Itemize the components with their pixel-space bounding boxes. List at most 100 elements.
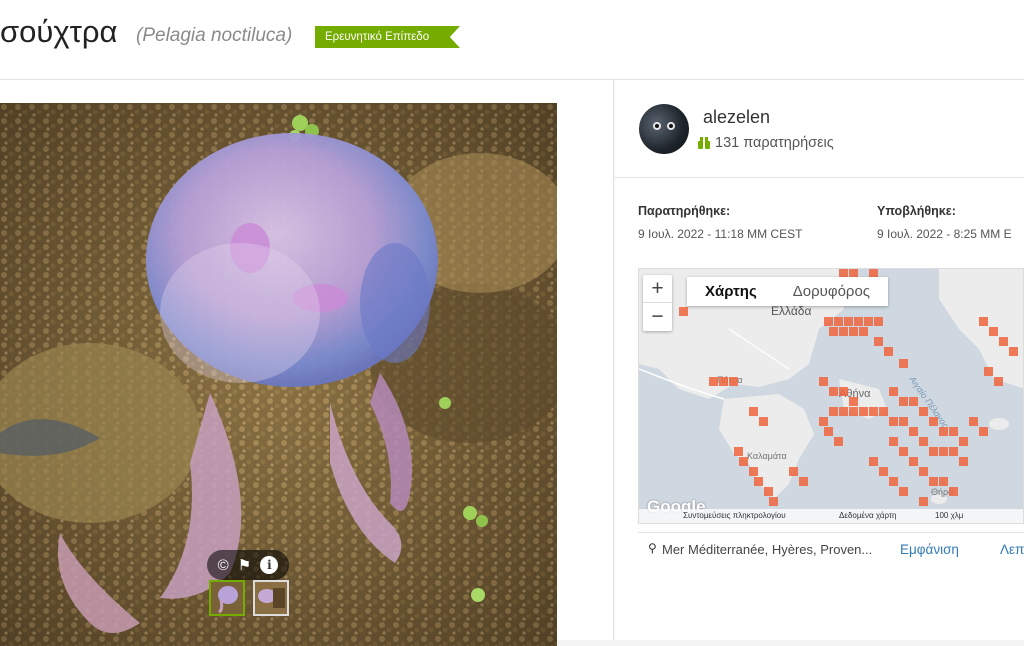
observation-cell — [759, 417, 768, 426]
details-panel: alezelen 131 παρατηρήσεις Παρατηρήθηκε: … — [615, 80, 1024, 640]
observation-cell — [879, 467, 888, 476]
observation-cell — [959, 457, 968, 466]
observation-cell — [994, 377, 1003, 386]
observation-cell — [949, 427, 958, 436]
observation-cell — [844, 317, 853, 326]
thumbnail-1[interactable] — [209, 580, 245, 616]
observation-cell — [839, 407, 848, 416]
species-scientific-name[interactable]: (Pelagia noctiluca) — [136, 25, 292, 47]
show-location-link[interactable]: Εμφάνιση — [900, 542, 959, 557]
observation-cell — [834, 317, 843, 326]
observation-cell — [769, 497, 778, 506]
map-data-link[interactable]: Δεδομένα χάρτη — [839, 511, 897, 520]
map-pin-icon: ⚲ — [648, 541, 657, 555]
quality-grade-badge: Ερευνητικό Επίπεδο — [315, 26, 460, 48]
observation-cell — [889, 437, 898, 446]
observation-cell — [719, 377, 728, 386]
observation-cell — [839, 387, 848, 396]
observation-cell — [829, 407, 838, 416]
copyright-icon[interactable]: © — [218, 557, 229, 574]
observation-cell — [909, 457, 918, 466]
observation-cell — [679, 307, 688, 316]
observation-cell — [834, 437, 843, 446]
observation-cell — [1009, 347, 1018, 356]
binoculars-icon — [698, 137, 710, 149]
map-label-kalamata: Καλαμάτα — [747, 451, 787, 461]
zoom-in-button[interactable]: + — [643, 275, 672, 303]
observation-cell — [819, 377, 828, 386]
observation-cell — [909, 427, 918, 436]
observation-cell — [754, 477, 763, 486]
species-common-name[interactable]: σούχτρα — [0, 14, 117, 50]
observation-cell — [949, 487, 958, 496]
observation-cell — [874, 337, 883, 346]
observation-cell — [984, 367, 993, 376]
info-icon[interactable]: i — [260, 556, 279, 574]
observation-cell — [869, 457, 878, 466]
observation-cell — [709, 377, 718, 386]
observation-cell — [919, 437, 928, 446]
observation-cell — [884, 347, 893, 356]
observation-cell — [979, 317, 988, 326]
keyboard-shortcuts-link[interactable]: Συντομεύσεις πληκτρολογίου — [683, 511, 786, 520]
submitted-value: 9 Ιουλ. 2022 - 8:25 ΜΜ E — [877, 227, 1012, 241]
observation-cell — [899, 417, 908, 426]
observation-cell — [829, 327, 838, 336]
observation-map[interactable]: Ελλάδα Πάτρα Αθήνα Καλαμάτα Θήρα Αιγαίο … — [638, 268, 1024, 524]
observation-cell — [939, 447, 948, 456]
observation-cell — [849, 407, 858, 416]
observation-cell — [749, 467, 758, 476]
observation-cell — [939, 427, 948, 436]
observation-cell — [899, 359, 908, 368]
observer-username[interactable]: alezelen — [703, 107, 770, 128]
observation-cell — [889, 417, 898, 426]
observation-cell — [799, 477, 808, 486]
observer-observation-count[interactable]: 131 παρατηρήσεις — [697, 135, 834, 151]
observation-cell — [734, 447, 743, 456]
observation-cell — [919, 497, 928, 506]
photo-thumbnails — [209, 580, 289, 616]
tab-map[interactable]: Χάρτης — [687, 277, 775, 306]
observation-cell — [929, 417, 938, 426]
observed-label: Παρατηρήθηκε: — [638, 204, 731, 218]
submitted-date: Υποβλήθηκε: 9 Ιουλ. 2022 - 8:25 ΜΜ E — [877, 204, 1012, 241]
observer-info: alezelen 131 παρατηρήσεις — [615, 80, 1024, 178]
observation-cell — [929, 447, 938, 456]
observation-cell — [859, 407, 868, 416]
location-details-link[interactable]: Λεπ — [1000, 542, 1024, 557]
observation-cell — [899, 487, 908, 496]
observation-cell — [919, 407, 928, 416]
map-type-toggle: Χάρτης Δορυφόρος — [687, 277, 889, 306]
observation-photo[interactable]: © ⚑ i — [0, 103, 557, 646]
observation-cell — [749, 407, 758, 416]
observation-cell — [849, 327, 858, 336]
location-row: ⚲ Mer Méditerranée, Hyères, Proven... Εμ… — [638, 532, 1024, 568]
observation-cell — [739, 457, 748, 466]
observation-cell — [929, 477, 938, 486]
zoom-out-button[interactable]: − — [643, 303, 672, 331]
observation-cell — [829, 387, 838, 396]
tab-satellite[interactable]: Δορυφόρος — [775, 277, 888, 306]
observation-header: σούχτρα (Pelagia noctiluca) Ερευνητικό Ε… — [0, 0, 1024, 80]
map-scale: 100 χλμ — [935, 511, 964, 520]
observation-cell — [874, 317, 883, 326]
observation-cell — [919, 467, 928, 476]
observation-cell — [824, 317, 833, 326]
observation-cell — [989, 327, 998, 336]
zoom-controls: + − — [643, 275, 672, 331]
observation-cell — [849, 397, 858, 406]
observation-cell — [824, 427, 833, 436]
avatar[interactable] — [639, 104, 689, 154]
flag-icon[interactable]: ⚑ — [238, 556, 251, 574]
observation-cell — [889, 477, 898, 486]
observation-count-text: 131 παρατηρήσεις — [715, 135, 834, 151]
observation-cell — [859, 327, 868, 336]
observation-cell — [939, 477, 948, 486]
observation-cell — [949, 447, 958, 456]
observation-cell — [999, 337, 1008, 346]
observation-cell — [899, 447, 908, 456]
observation-cell — [839, 327, 848, 336]
photo-controls: © ⚑ i — [207, 550, 289, 580]
observation-cell — [979, 427, 988, 436]
thumbnail-2[interactable] — [253, 580, 289, 616]
